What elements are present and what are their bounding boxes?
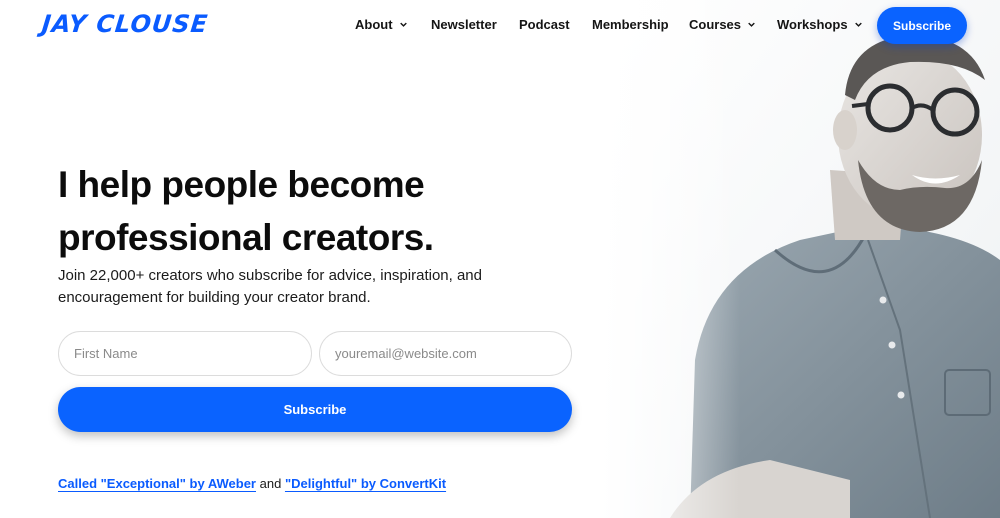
nav-podcast[interactable]: Podcast — [519, 17, 570, 32]
header-subscribe-button[interactable]: Subscribe — [877, 7, 967, 44]
nav-courses-label: Courses — [689, 17, 742, 32]
hero-subtext: Join 22,000+ creators who subscribe for … — [58, 267, 482, 306]
nav-about[interactable]: About — [355, 17, 407, 32]
praise-joiner: and — [259, 476, 282, 491]
aweber-praise-link[interactable]: Called "Exceptional" by AWeber — [58, 476, 256, 491]
email-field[interactable] — [319, 331, 572, 376]
nav-podcast-label: Podcast — [519, 17, 570, 32]
hero-headline: I help people become professional creato… — [58, 158, 578, 264]
chevron-down-icon — [399, 22, 407, 27]
nav-courses[interactable]: Courses — [689, 17, 755, 32]
nav-workshops[interactable]: Workshops — [777, 17, 862, 32]
convertkit-praise-link[interactable]: "Delightful" by ConvertKit — [285, 476, 446, 491]
praise-line: Called "Exceptional" by AWeber and "Deli… — [58, 476, 446, 491]
nav-workshops-label: Workshops — [777, 17, 848, 32]
hero-headline-line2: professional creators. — [58, 217, 434, 258]
site-logo[interactable]: JAY CLOUSE — [41, 10, 210, 38]
nav-membership-label: Membership — [592, 17, 669, 32]
nav-newsletter[interactable]: Newsletter — [431, 17, 497, 32]
hero-headline-line1: I help people become — [58, 164, 425, 205]
nav-about-label: About — [355, 17, 393, 32]
subscribe-button[interactable]: Subscribe — [58, 387, 572, 432]
chevron-down-icon — [748, 22, 755, 27]
chevron-down-icon — [854, 22, 862, 27]
first-name-field[interactable] — [58, 331, 312, 376]
hero-photo — [600, 0, 1000, 518]
nav-membership[interactable]: Membership — [592, 17, 669, 32]
nav-newsletter-label: Newsletter — [431, 17, 497, 32]
